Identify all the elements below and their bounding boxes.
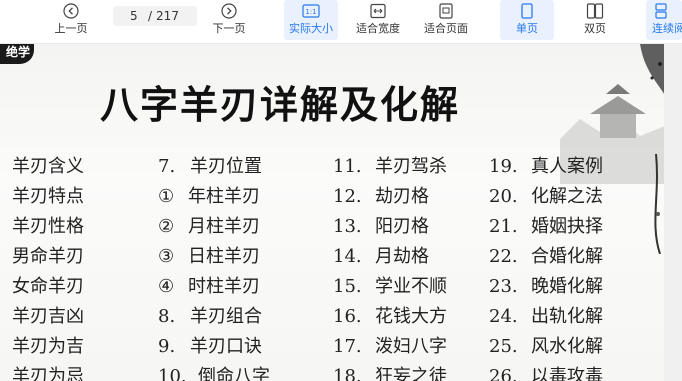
fit-page-button[interactable]: 适合页面 xyxy=(419,0,473,40)
toc-item-number: 17. xyxy=(333,336,362,357)
toc-item: 16. 花钱大方 xyxy=(333,302,447,332)
toc-item-number: ④ xyxy=(158,276,175,297)
toc-item: 18. 狂妄之徒 xyxy=(333,362,447,381)
toc-item: 22. 合婚化解 xyxy=(489,242,603,272)
current-page-input[interactable]: 5 xyxy=(130,9,140,23)
toc-item: 19. 真人案例 xyxy=(489,152,603,182)
toc-item: 15. 学业不顺 xyxy=(333,272,447,302)
toc-item: 10. 倒命八字 xyxy=(158,362,270,381)
toc-item: 25. 风水化解 xyxy=(489,332,603,362)
chevron-left-circle-icon xyxy=(62,2,80,20)
double-page-icon xyxy=(586,2,604,20)
toc-item: 男命羊刃 xyxy=(12,246,84,267)
toc-item: 21. 婚姻抉择 xyxy=(489,212,603,242)
toc-item-number: 18. xyxy=(333,366,362,381)
toc-item-number: 16. xyxy=(333,306,362,327)
toc-column-3: 11. 羊刃驾杀 12. 劫刃格 13. 阳刃格 14. 月劫格 15. 学业不顺 16.… xyxy=(333,152,447,381)
toc-item: 羊刃为吉 xyxy=(12,336,84,357)
toc-item: 17. 泼妇八字 xyxy=(333,332,447,362)
actual-size-icon: 1:1 xyxy=(302,2,320,20)
toc-item: 羊刃吉凶 xyxy=(12,306,84,327)
prev-page-button[interactable]: 上一页 xyxy=(51,0,91,40)
toc-item-number: 19. xyxy=(489,156,518,177)
toc-item-number: 22. xyxy=(489,246,518,267)
chevron-right-circle-icon xyxy=(220,2,238,20)
continuous-read-button[interactable]: 连续阅 xyxy=(646,0,682,40)
toc-item-number: 13. xyxy=(333,216,362,237)
toc-item: 羊刃性格 xyxy=(12,216,84,237)
toc-item-number: 26. xyxy=(489,366,518,381)
toc-item: 12. 劫刃格 xyxy=(333,182,447,212)
single-page-button[interactable]: 单页 xyxy=(500,0,554,40)
fit-page-icon xyxy=(437,2,455,20)
toc-item: ④ 时柱羊刃 xyxy=(158,272,270,302)
toc-column-4: 19. 真人案例 20. 化解之法 21. 婚姻抉择 22. 合婚化解 23. 晚婚化解 … xyxy=(489,152,603,381)
toc-item: 女命羊刃 xyxy=(12,276,84,297)
next-page-label: 下一页 xyxy=(212,22,246,35)
toc-item-number: 8. xyxy=(158,306,176,327)
toc-item: ③ 日柱羊刃 xyxy=(158,242,270,272)
toc-item-number: 21. xyxy=(489,216,518,237)
single-page-label: 单页 xyxy=(516,22,538,35)
toc-item: 8. 羊刃组合 xyxy=(158,302,270,332)
continuous-read-icon xyxy=(652,2,670,20)
next-page-button[interactable]: 下一页 xyxy=(209,0,249,40)
actual-size-label: 实际大小 xyxy=(289,22,333,35)
fit-width-icon xyxy=(369,2,387,20)
fit-width-label: 适合宽度 xyxy=(356,22,400,35)
double-page-label: 双页 xyxy=(584,22,606,35)
toc-item-number: 23. xyxy=(489,276,518,297)
toc-item-number: 11. xyxy=(333,156,362,177)
page-separator: / xyxy=(148,9,153,23)
toc-item: 9. 羊刃口诀 xyxy=(158,332,270,362)
toc-item: 13. 阳刃格 xyxy=(333,212,447,242)
page-number-field[interactable]: 5 / 217 xyxy=(113,6,197,26)
toc-item-number: ③ xyxy=(158,246,175,267)
reader-toolbar: 上一页 5 / 217 下一页 1:1 实际大小 适合宽度 适合页面 单页 双页… xyxy=(0,0,682,44)
fit-page-label: 适合页面 xyxy=(424,22,468,35)
toc-item-number: 14. xyxy=(333,246,362,267)
toc-item: 7. 羊刃位置 xyxy=(158,152,270,182)
toc-item-number: 10. xyxy=(158,366,187,381)
toc-item: 20. 化解之法 xyxy=(489,182,603,212)
document-page: 绝学 八字羊刃详解及化解 羊刃含义 羊刃特点 羊刃性格 男命羊刃 女命羊刃 羊刃… xyxy=(0,44,670,381)
toc-item: 羊刃特点 xyxy=(12,186,84,207)
toc-item-number: 24. xyxy=(489,306,518,327)
toc-item: 羊刃为忌 xyxy=(12,366,84,381)
toc-item: 11. 羊刃驾杀 xyxy=(333,152,447,182)
toc-item-number: 20. xyxy=(489,186,518,207)
prev-page-label: 上一页 xyxy=(54,22,88,35)
toc-item-number: ② xyxy=(158,216,175,237)
toc-item: 26. 以毒攻毒 xyxy=(489,362,603,381)
toc-item: ② 月柱羊刃 xyxy=(158,212,270,242)
toc-item: 羊刃含义 xyxy=(12,156,84,177)
document-viewport[interactable]: 绝学 八字羊刃详解及化解 羊刃含义 羊刃特点 羊刃性格 男命羊刃 女命羊刃 羊刃… xyxy=(0,44,682,381)
toc-item-number: ① xyxy=(158,186,175,207)
double-page-button[interactable]: 双页 xyxy=(568,0,622,40)
toc-item-number: 15. xyxy=(333,276,362,297)
toc-column-2: 7. 羊刃位置 ① 年柱羊刃 ② 月柱羊刃 ③ 日柱羊刃 ④ 时柱羊刃 8. 羊刃组合 9.… xyxy=(158,152,270,381)
document-title: 八字羊刃详解及化解 xyxy=(100,82,461,127)
actual-size-button[interactable]: 1:1 实际大小 xyxy=(284,0,338,40)
toc-item-number: 9. xyxy=(158,336,176,357)
vertical-scrollbar[interactable] xyxy=(664,44,682,381)
publisher-logo: 绝学 xyxy=(0,44,34,64)
single-page-icon xyxy=(518,2,536,20)
toc-item: 23. 晚婚化解 xyxy=(489,272,603,302)
total-pages: 217 xyxy=(156,9,179,23)
svg-text:1:1: 1:1 xyxy=(305,8,316,16)
toc-item: 24. 出轨化解 xyxy=(489,302,603,332)
continuous-read-label: 连续阅 xyxy=(652,22,682,35)
toc-column-1: 羊刃含义 羊刃特点 羊刃性格 男命羊刃 女命羊刃 羊刃吉凶 羊刃为吉 羊刃为忌 xyxy=(12,152,84,381)
toc-item-number: 12. xyxy=(333,186,362,207)
toc-item: ① 年柱羊刃 xyxy=(158,182,270,212)
toc-item-number: 7. xyxy=(158,156,176,177)
toc-item-number: 25. xyxy=(489,336,518,357)
fit-width-button[interactable]: 适合宽度 xyxy=(351,0,405,40)
toc-item: 14. 月劫格 xyxy=(333,242,447,272)
